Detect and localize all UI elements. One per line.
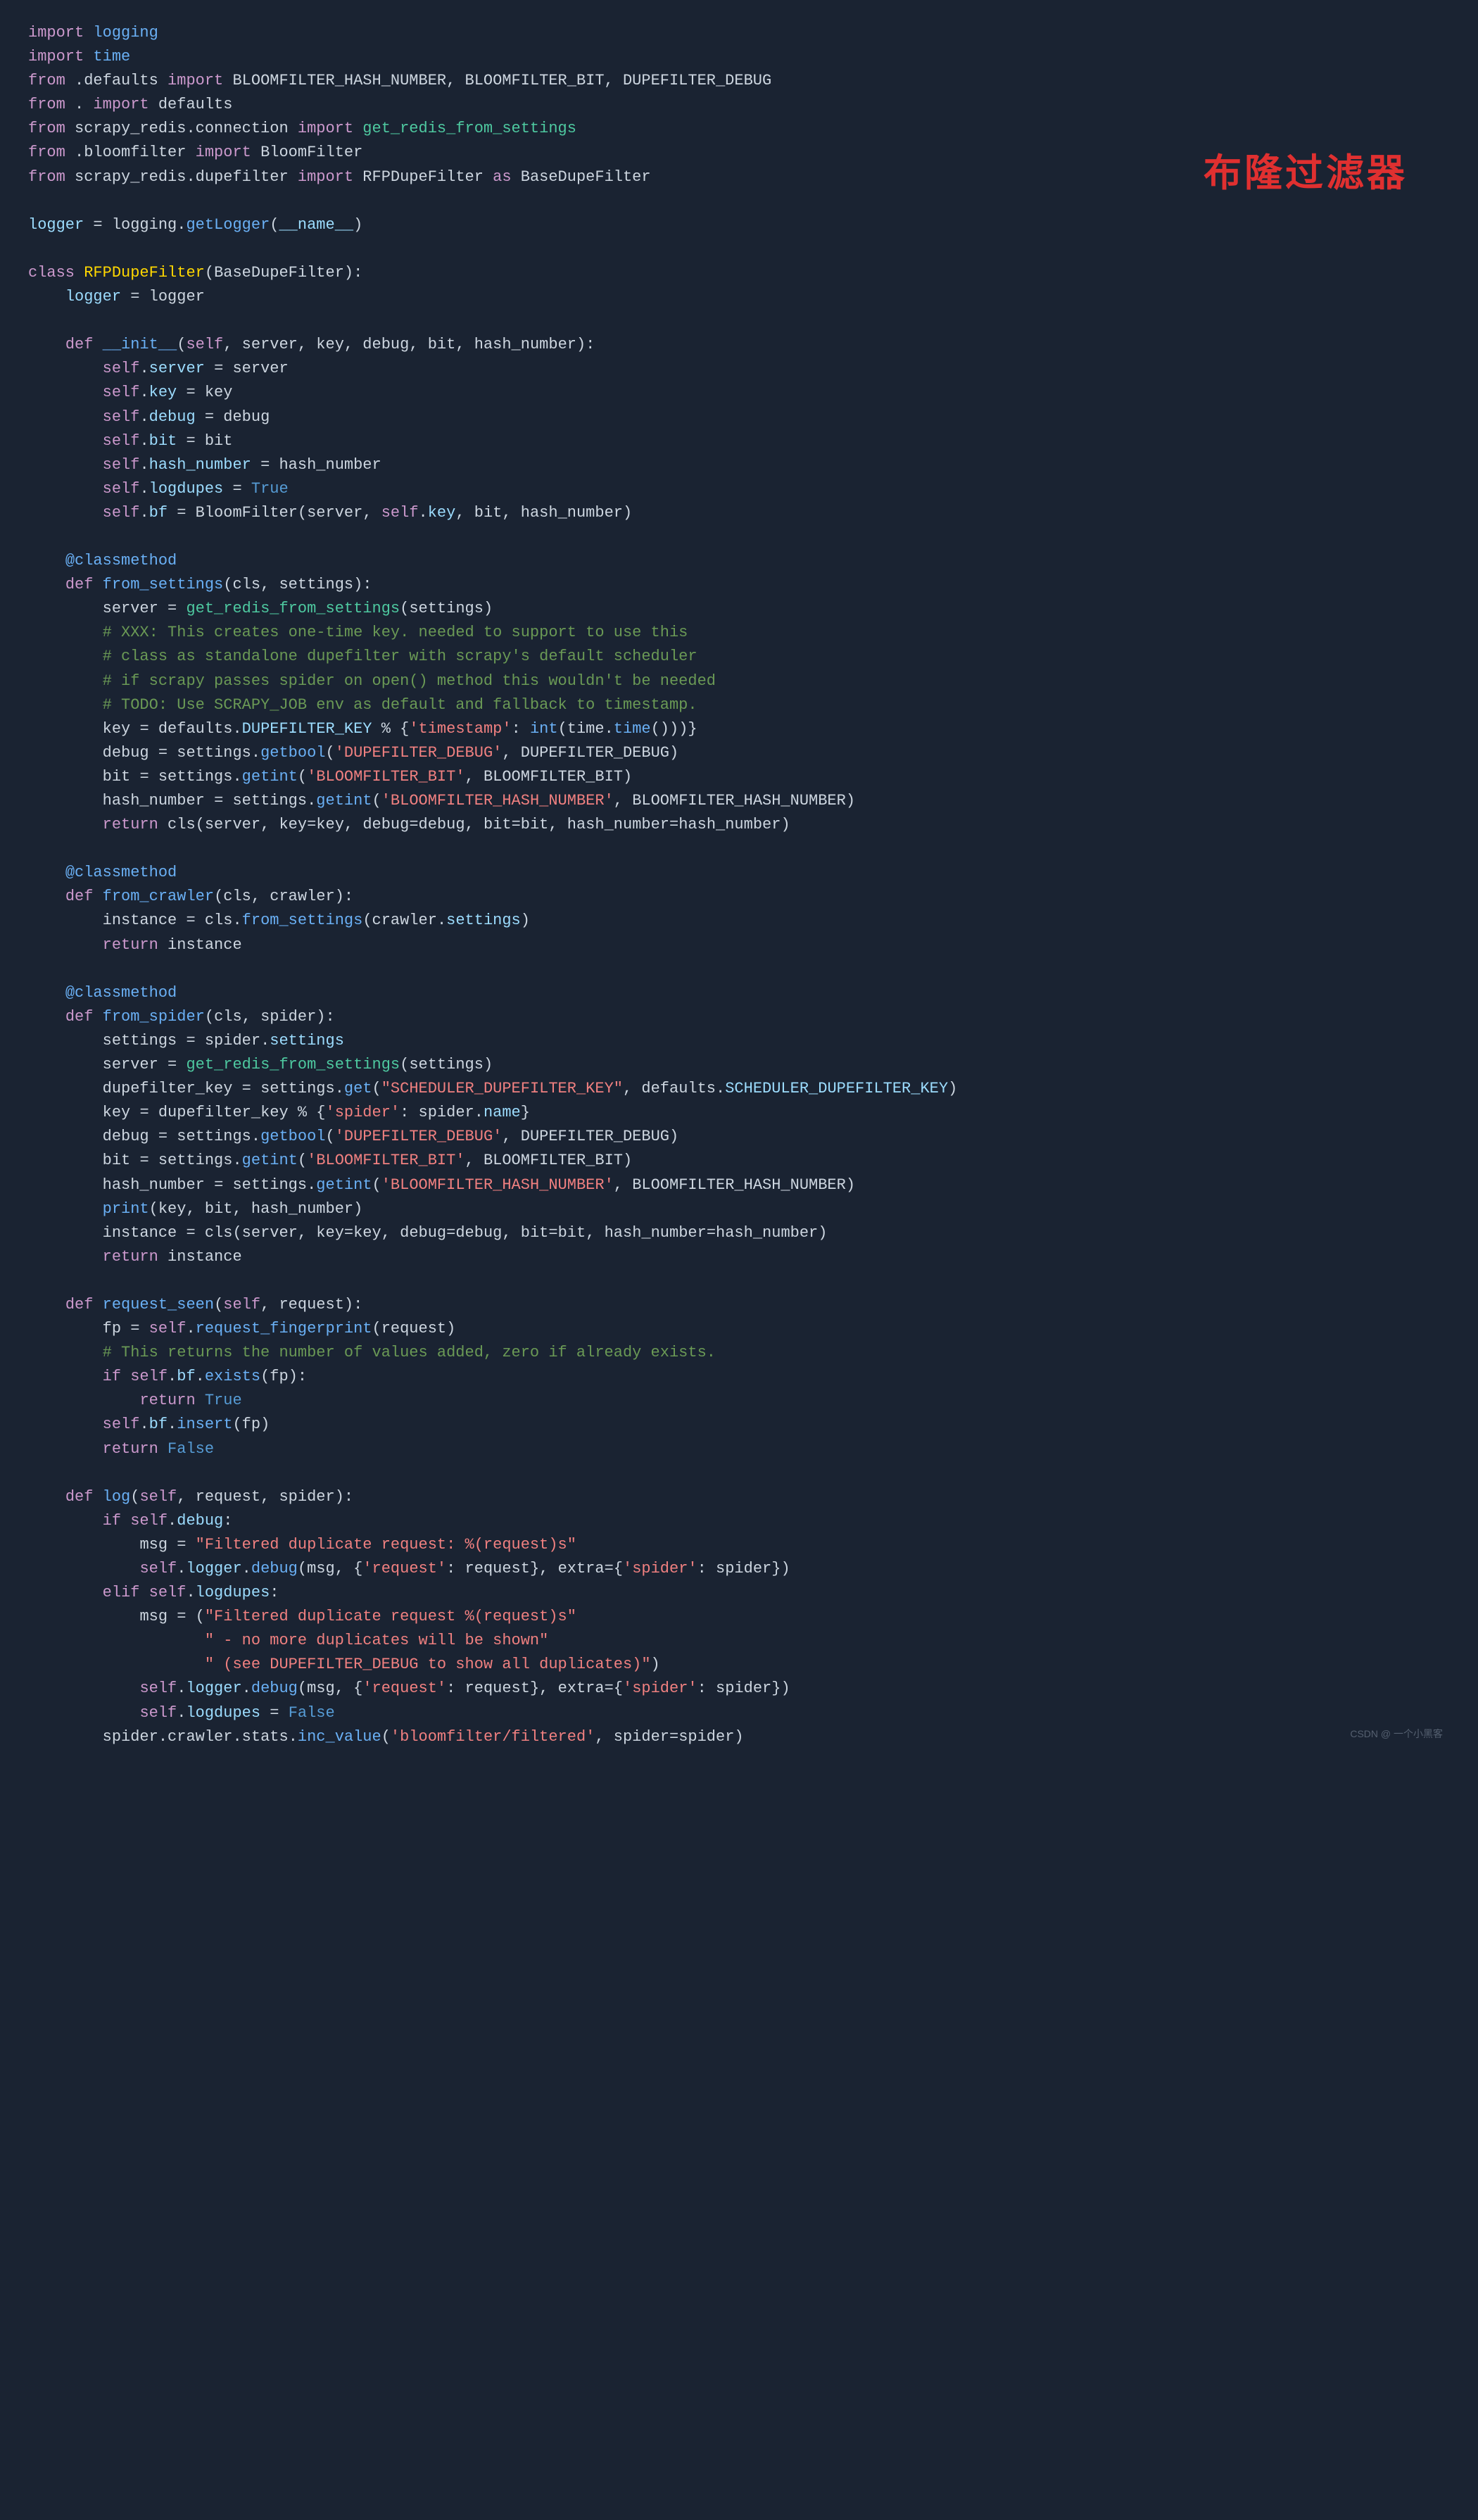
code-line-71: self.logdupes = False bbox=[28, 1701, 1450, 1725]
code-line-37: def from_crawler(cls, crawler): bbox=[28, 885, 1450, 909]
code-line-32: bit = settings.getint('BLOOMFILTER_BIT',… bbox=[28, 765, 1450, 789]
code-line-23: @classmethod bbox=[28, 549, 1450, 573]
code-line-5: from scrapy_redis.connection import get_… bbox=[28, 117, 1450, 141]
code-line-4: from . import defaults bbox=[28, 93, 1450, 117]
code-line-63: if self.debug: bbox=[28, 1509, 1450, 1533]
code-line-11: class RFPDupeFilter(BaseDupeFilter): bbox=[28, 261, 1450, 285]
code-line-12: logger = logger bbox=[28, 285, 1450, 309]
code-line-31: debug = settings.getbool('DUPEFILTER_DEB… bbox=[28, 741, 1450, 765]
code-line-27: # class as standalone dupefilter with sc… bbox=[28, 645, 1450, 669]
code-line-28: # if scrapy passes spider on open() meth… bbox=[28, 669, 1450, 693]
code-line-44: server = get_redis_from_settings(setting… bbox=[28, 1053, 1450, 1077]
code-line-19: self.hash_number = hash_number bbox=[28, 453, 1450, 477]
code-line-2: import time bbox=[28, 45, 1450, 69]
code-line-69: " (see DUPEFILTER_DEBUG to show all dupl… bbox=[28, 1653, 1450, 1677]
code-line-21: self.bf = BloomFilter(server, self.key, … bbox=[28, 501, 1450, 525]
code-line-60: return False bbox=[28, 1437, 1450, 1461]
code-line-26: # XXX: This creates one-time key. needed… bbox=[28, 621, 1450, 645]
code-line-55: fp = self.request_fingerprint(request) bbox=[28, 1317, 1450, 1341]
code-line-66: elif self.logdupes: bbox=[28, 1581, 1450, 1605]
code-line-16: self.key = key bbox=[28, 381, 1450, 405]
code-line-39: return instance bbox=[28, 933, 1450, 957]
code-container: 布隆过滤器 import logging import time from .d… bbox=[28, 21, 1450, 1749]
code-line-29: # TODO: Use SCRAPY_JOB env as default an… bbox=[28, 693, 1450, 717]
code-line-18: self.bit = bit bbox=[28, 429, 1450, 453]
code-line-68: " - no more duplicates will be shown" bbox=[28, 1629, 1450, 1653]
code-line-57: if self.bf.exists(fp): bbox=[28, 1365, 1450, 1389]
code-line-64: msg = "Filtered duplicate request: %(req… bbox=[28, 1533, 1450, 1557]
code-line-25: server = get_redis_from_settings(setting… bbox=[28, 597, 1450, 621]
code-line-35 bbox=[28, 837, 1450, 861]
code-line-33: hash_number = settings.getint('BLOOMFILT… bbox=[28, 789, 1450, 813]
code-line-36: @classmethod bbox=[28, 861, 1450, 885]
code-line-10 bbox=[28, 237, 1450, 261]
code-line-45: dupefilter_key = settings.get("SCHEDULER… bbox=[28, 1077, 1450, 1101]
code-line-54: def request_seen(self, request): bbox=[28, 1293, 1450, 1317]
code-line-43: settings = spider.settings bbox=[28, 1029, 1450, 1053]
code-line-14: def __init__(self, server, key, debug, b… bbox=[28, 333, 1450, 357]
code-line-42: def from_spider(cls, spider): bbox=[28, 1005, 1450, 1029]
code-line-20: self.logdupes = True bbox=[28, 477, 1450, 501]
code-line-9: logger = logging.getLogger(__name__) bbox=[28, 213, 1450, 237]
title-overlay: 布隆过滤器 bbox=[1204, 144, 1408, 203]
code-line-13 bbox=[28, 309, 1450, 333]
code-line-17: self.debug = debug bbox=[28, 405, 1450, 429]
code-line-15: self.server = server bbox=[28, 357, 1450, 381]
code-line-46: key = dupefilter_key % {'spider': spider… bbox=[28, 1101, 1450, 1125]
code-line-62: def log(self, request, spider): bbox=[28, 1485, 1450, 1509]
code-line-61 bbox=[28, 1461, 1450, 1485]
code-line-59: self.bf.insert(fp) bbox=[28, 1413, 1450, 1437]
code-line-58: return True bbox=[28, 1389, 1450, 1413]
code-line-53 bbox=[28, 1269, 1450, 1293]
code-line-56: # This returns the number of values adde… bbox=[28, 1341, 1450, 1365]
code-line-65: self.logger.debug(msg, {'request': reque… bbox=[28, 1557, 1450, 1581]
code-line-38: instance = cls.from_settings(crawler.set… bbox=[28, 909, 1450, 933]
code-line-49: hash_number = settings.getint('BLOOMFILT… bbox=[28, 1173, 1450, 1197]
code-line-3: from .defaults import BLOOMFILTER_HASH_N… bbox=[28, 69, 1450, 93]
code-line-34: return cls(server, key=key, debug=debug,… bbox=[28, 813, 1450, 837]
code-line-1: import logging bbox=[28, 21, 1450, 45]
code-line-52: return instance bbox=[28, 1245, 1450, 1269]
code-line-48: bit = settings.getint('BLOOMFILTER_BIT',… bbox=[28, 1149, 1450, 1173]
code-block: import logging import time from .default… bbox=[28, 21, 1450, 1749]
code-line-41: @classmethod bbox=[28, 981, 1450, 1005]
code-line-22 bbox=[28, 525, 1450, 549]
code-line-51: instance = cls(server, key=key, debug=de… bbox=[28, 1221, 1450, 1245]
code-line-72: spider.crawler.stats.inc_value('bloomfil… bbox=[28, 1725, 1450, 1749]
code-line-67: msg = ("Filtered duplicate request %(req… bbox=[28, 1605, 1450, 1629]
code-line-24: def from_settings(cls, settings): bbox=[28, 573, 1450, 597]
code-line-70: self.logger.debug(msg, {'request': reque… bbox=[28, 1677, 1450, 1701]
code-line-40 bbox=[28, 957, 1450, 981]
watermark: CSDN @ 一个小黑客 bbox=[1350, 1727, 1443, 1742]
code-line-47: debug = settings.getbool('DUPEFILTER_DEB… bbox=[28, 1125, 1450, 1149]
code-line-50: print(key, bit, hash_number) bbox=[28, 1197, 1450, 1221]
code-line-30: key = defaults.DUPEFILTER_KEY % {'timest… bbox=[28, 717, 1450, 741]
